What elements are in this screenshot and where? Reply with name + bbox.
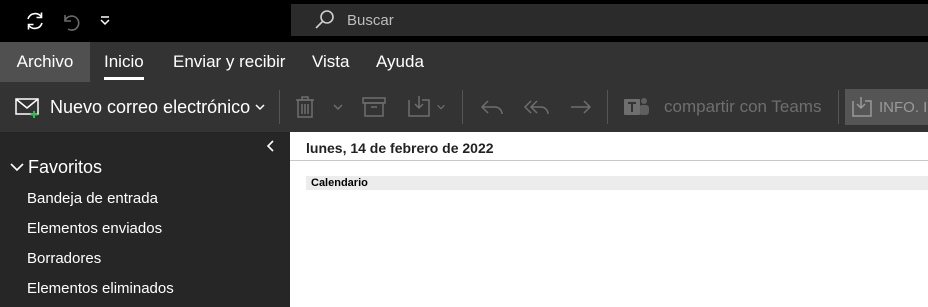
date-header: lunes, 14 de febrero de 2022 [306, 140, 494, 156]
trash-icon [296, 96, 314, 118]
folder-item-elementos-enviados[interactable]: Elementos enviados [27, 220, 162, 237]
ribbon-separator [607, 90, 608, 124]
ribbon: Nuevo correo electrónico compartir con T… [0, 82, 928, 132]
chevron-down-icon [10, 163, 24, 172]
search-icon [315, 10, 334, 29]
reply-all-button[interactable] [523, 82, 551, 132]
sync-icon[interactable] [22, 8, 48, 34]
tab-vista[interactable]: Vista [312, 52, 350, 72]
ribbon-separator [279, 90, 280, 124]
customize-qat-icon[interactable] [92, 8, 118, 34]
info-icon [852, 97, 872, 117]
favorites-label: Favoritos [28, 156, 103, 177]
delete-button[interactable] [292, 82, 318, 132]
delete-dropdown[interactable] [332, 82, 344, 132]
archive-icon [362, 97, 386, 117]
reply-button[interactable] [479, 82, 505, 132]
reading-pane: lunes, 14 de febrero de 2022 Calendario [290, 132, 928, 307]
calendar-section-header: Calendario [306, 176, 928, 190]
move-dropdown[interactable] [436, 82, 446, 132]
tab-enviar-y-recibir[interactable]: Enviar y recibir [173, 52, 285, 72]
ribbon-separator [838, 90, 839, 124]
collapse-pane-button[interactable] [262, 136, 280, 156]
search-box[interactable]: Buscar [291, 4, 928, 36]
tab-archivo[interactable]: Archivo [0, 42, 90, 82]
info-button[interactable]: INFO. IN [845, 89, 928, 125]
chevron-down-icon [437, 104, 445, 110]
move-button[interactable] [406, 82, 434, 132]
share-teams-label: compartir con Teams [664, 97, 822, 116]
teams-icon [624, 98, 649, 115]
menu-bar: Archivo Inicio Enviar y recibir Vista Ay… [0, 42, 928, 82]
undo-icon[interactable] [57, 8, 83, 34]
chevron-left-icon [266, 140, 274, 152]
favorites-header[interactable]: Favoritos [10, 156, 102, 178]
archive-button[interactable] [361, 82, 387, 132]
forward-icon [571, 100, 592, 114]
search-placeholder[interactable]: Buscar [347, 12, 394, 29]
ribbon-separator [462, 90, 463, 124]
folder-item-borradores[interactable]: Borradores [27, 250, 101, 267]
new-mail-icon [15, 98, 39, 118]
chevron-down-icon [255, 104, 265, 111]
tab-ayuda[interactable]: Ayuda [376, 52, 424, 72]
new-mail-button[interactable]: Nuevo correo electrónico [14, 82, 250, 132]
calendar-label: Calendario [311, 177, 368, 189]
folder-item-bandeja-de-entrada[interactable]: Bandeja de entrada [27, 190, 158, 207]
forward-button[interactable] [568, 82, 594, 132]
reply-icon [480, 100, 503, 115]
move-to-folder-icon [408, 96, 430, 117]
folder-pane: Favoritos Bandeja de entrada Elementos e… [0, 132, 290, 307]
new-mail-dropdown[interactable] [254, 82, 266, 132]
folder-item-elementos-eliminados[interactable]: Elementos eliminados [27, 280, 174, 297]
share-teams-button[interactable]: compartir con Teams [622, 82, 821, 132]
info-label: INFO. IN [879, 98, 928, 116]
new-mail-label: Nuevo correo electrónico [50, 96, 251, 117]
tab-inicio[interactable]: Inicio [104, 52, 144, 80]
title-bar: Buscar [0, 0, 928, 42]
reply-all-icon [523, 100, 549, 115]
header-divider [290, 160, 928, 161]
chevron-down-icon [333, 104, 343, 111]
